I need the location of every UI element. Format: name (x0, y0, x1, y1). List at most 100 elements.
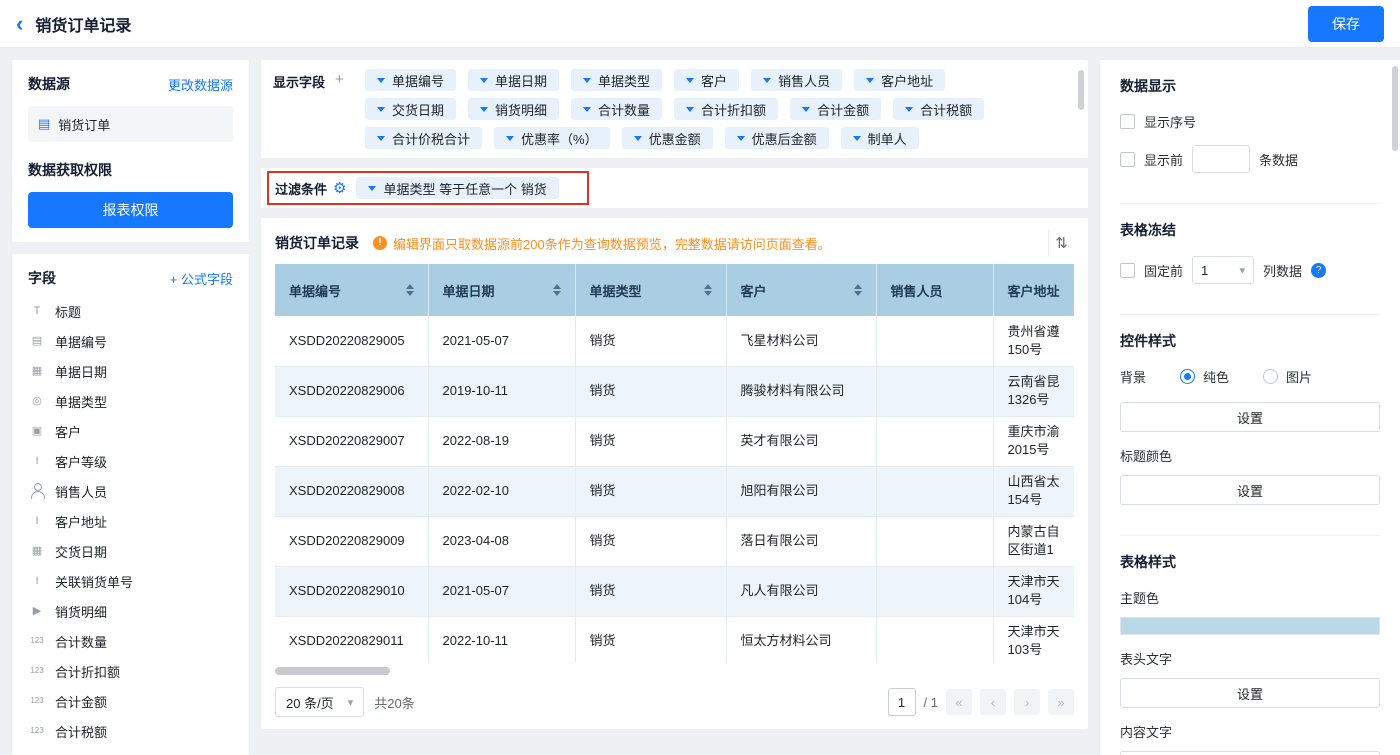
widget-style-section: 控件样式 背景 纯色 图片 设置 标题颜色 设置 (1120, 331, 1380, 536)
display-field-chip[interactable]: 合计数量 (571, 98, 662, 120)
datasource-item-label: 销货订单 (58, 115, 110, 134)
display-field-chip[interactable]: 单据类型 (571, 69, 662, 91)
display-field-chip[interactable]: 单据日期 (468, 69, 559, 91)
display-field-chip[interactable]: 合计税额 (893, 98, 984, 120)
field-list-item[interactable]: 123 合计数量 (28, 626, 233, 656)
display-field-chip[interactable]: 交货日期 (365, 98, 456, 120)
field-list-item[interactable]: ▶ 销货明细 (28, 596, 233, 626)
field-label: 销货明细 (55, 602, 107, 621)
field-list-item[interactable]: I 关联销货单号 (28, 566, 233, 596)
field-list-item[interactable]: ▣ 客户 (28, 416, 233, 446)
freeze-columns-checkbox[interactable] (1120, 263, 1135, 278)
total-count-label: 共20条 (374, 693, 414, 712)
add-formula-field-link[interactable]: + 公式字段 (170, 269, 233, 288)
chevron-down-icon (377, 107, 385, 112)
freeze-columns-select[interactable]: 1 ▾ (1192, 256, 1254, 284)
display-field-chip[interactable]: 销售人员 (751, 69, 842, 91)
table-cell (876, 616, 993, 662)
header-text-setting-button[interactable]: 设置 (1120, 678, 1380, 708)
field-label: 单据编号 (55, 332, 107, 351)
page-size-select[interactable]: 20 条/页 ▾ (275, 687, 364, 717)
help-icon[interactable]: ? (1311, 263, 1326, 278)
date-icon: ▦ (28, 363, 46, 379)
display-field-chip[interactable]: 单据编号 (365, 69, 456, 91)
display-field-chip[interactable]: 客户地址 (854, 69, 945, 91)
panel-scrollbar[interactable] (1392, 66, 1398, 151)
pagination-next-button[interactable]: › (1014, 689, 1040, 715)
filter-card: 过滤条件 ⚙ 单据类型 等于任意一个 销货 (261, 168, 1088, 208)
horizontal-scrollbar[interactable] (275, 667, 390, 675)
field-list-item[interactable]: 123 合计税额 (28, 716, 233, 741)
pagination-last-button[interactable]: » (1048, 689, 1074, 715)
display-fields-card: 显示字段 + 单据编号 单据日期 单据类型 客户 销售人员 客户地址 交货日期 … (261, 60, 1088, 158)
field-list-item[interactable]: ▦ 交货日期 (28, 536, 233, 566)
display-field-chip[interactable]: 优惠后金额 (725, 127, 829, 149)
report-permission-button[interactable]: 报表权限 (28, 192, 233, 228)
chevron-down-icon (377, 78, 385, 83)
sort-carets-icon (854, 284, 862, 296)
back-icon[interactable]: ‹ (16, 13, 23, 35)
display-field-chip-label: 优惠后金额 (752, 129, 817, 148)
background-solid-radio[interactable] (1180, 369, 1195, 384)
title-color-setting-button[interactable]: 设置 (1120, 475, 1380, 505)
table-column-header[interactable]: 客户 (726, 264, 876, 316)
filter-condition-chip[interactable]: 单据类型 等于任意一个 销货 (356, 177, 558, 199)
subform-icon: ▶ (28, 603, 46, 619)
display-field-chip[interactable]: 合计金额 (790, 98, 881, 120)
display-field-chip[interactable]: 优惠金额 (622, 127, 713, 149)
table-column-header[interactable]: 单据日期 (428, 264, 575, 316)
field-list-item[interactable]: 123 合计折扣额 (28, 656, 233, 686)
add-display-field-icon[interactable]: + (335, 72, 344, 87)
field-list-item[interactable]: 123 合计金额 (28, 686, 233, 716)
table-column-header[interactable]: 客户地址 (993, 264, 1074, 316)
field-list-item[interactable]: I 客户地址 (28, 506, 233, 536)
change-datasource-link[interactable]: 更改数据源 (168, 75, 233, 94)
table-cell: 旭阳有限公司 (726, 466, 876, 516)
show-index-checkbox[interactable] (1120, 114, 1135, 129)
column-header-label: 单据编号 (289, 281, 341, 300)
chevron-down-icon (763, 78, 771, 83)
serial-number-icon: ▤ (28, 333, 46, 349)
table-style-heading: 表格样式 (1120, 552, 1380, 572)
background-setting-button[interactable]: 设置 (1120, 402, 1380, 432)
display-field-chip[interactable]: 优惠率（%） (494, 127, 610, 149)
display-field-chip[interactable]: 客户 (674, 69, 739, 91)
date-icon: ▦ (28, 543, 46, 559)
table-cell: 销货 (575, 366, 726, 416)
show-first-checkbox[interactable] (1120, 152, 1135, 167)
table-cell: 云南省昆 1326号 (993, 366, 1074, 416)
number-icon: 123 (28, 633, 46, 649)
current-page-input[interactable]: 1 (888, 688, 916, 716)
pagination-prev-button[interactable]: ‹ (980, 689, 1006, 715)
display-field-chip[interactable]: 合计价税合计 (365, 127, 482, 149)
datasource-item[interactable]: ▤ 销货订单 (28, 106, 233, 142)
theme-color-swatch[interactable] (1120, 617, 1380, 635)
table-cell: 恒太方材料公司 (726, 616, 876, 662)
table-column-header[interactable]: 单据编号 (275, 264, 428, 316)
display-field-chip[interactable]: 合计折扣额 (674, 98, 778, 120)
field-list-item[interactable]: ▤ 单据编号 (28, 326, 233, 356)
chevron-down-icon (506, 136, 514, 141)
chevron-down-icon (377, 136, 385, 141)
display-field-chip-label: 单据日期 (495, 71, 547, 90)
field-list-item[interactable]: T 标题 (28, 296, 233, 326)
background-image-radio[interactable] (1263, 369, 1278, 384)
display-field-chip[interactable]: 销货明细 (468, 98, 559, 120)
content-text-setting-button[interactable]: 设置 (1120, 751, 1380, 755)
table-column-header[interactable]: 单据类型 (575, 264, 726, 316)
field-list-item[interactable]: I 客户等级 (28, 446, 233, 476)
display-field-chip[interactable]: 制单人 (841, 127, 919, 149)
show-first-count-input[interactable] (1192, 145, 1250, 173)
field-list-item[interactable]: ◎ 单据类型 (28, 386, 233, 416)
table-cell: 飞星材料公司 (726, 316, 876, 366)
pagination-first-button[interactable]: « (946, 689, 972, 715)
table-column-header[interactable]: 销售人员 (876, 264, 993, 316)
gear-icon[interactable]: ⚙ (333, 181, 346, 196)
field-list-item[interactable]: ▦ 单据日期 (28, 356, 233, 386)
display-field-chip-label: 单据类型 (598, 71, 650, 90)
save-button[interactable]: 保存 (1308, 6, 1384, 42)
field-list-item[interactable]: 销售人员 (28, 476, 233, 506)
sort-order-icon[interactable]: ⇅ (1048, 230, 1074, 256)
number-icon: 123 (28, 693, 46, 709)
vertical-scrollbar[interactable] (1078, 70, 1084, 110)
